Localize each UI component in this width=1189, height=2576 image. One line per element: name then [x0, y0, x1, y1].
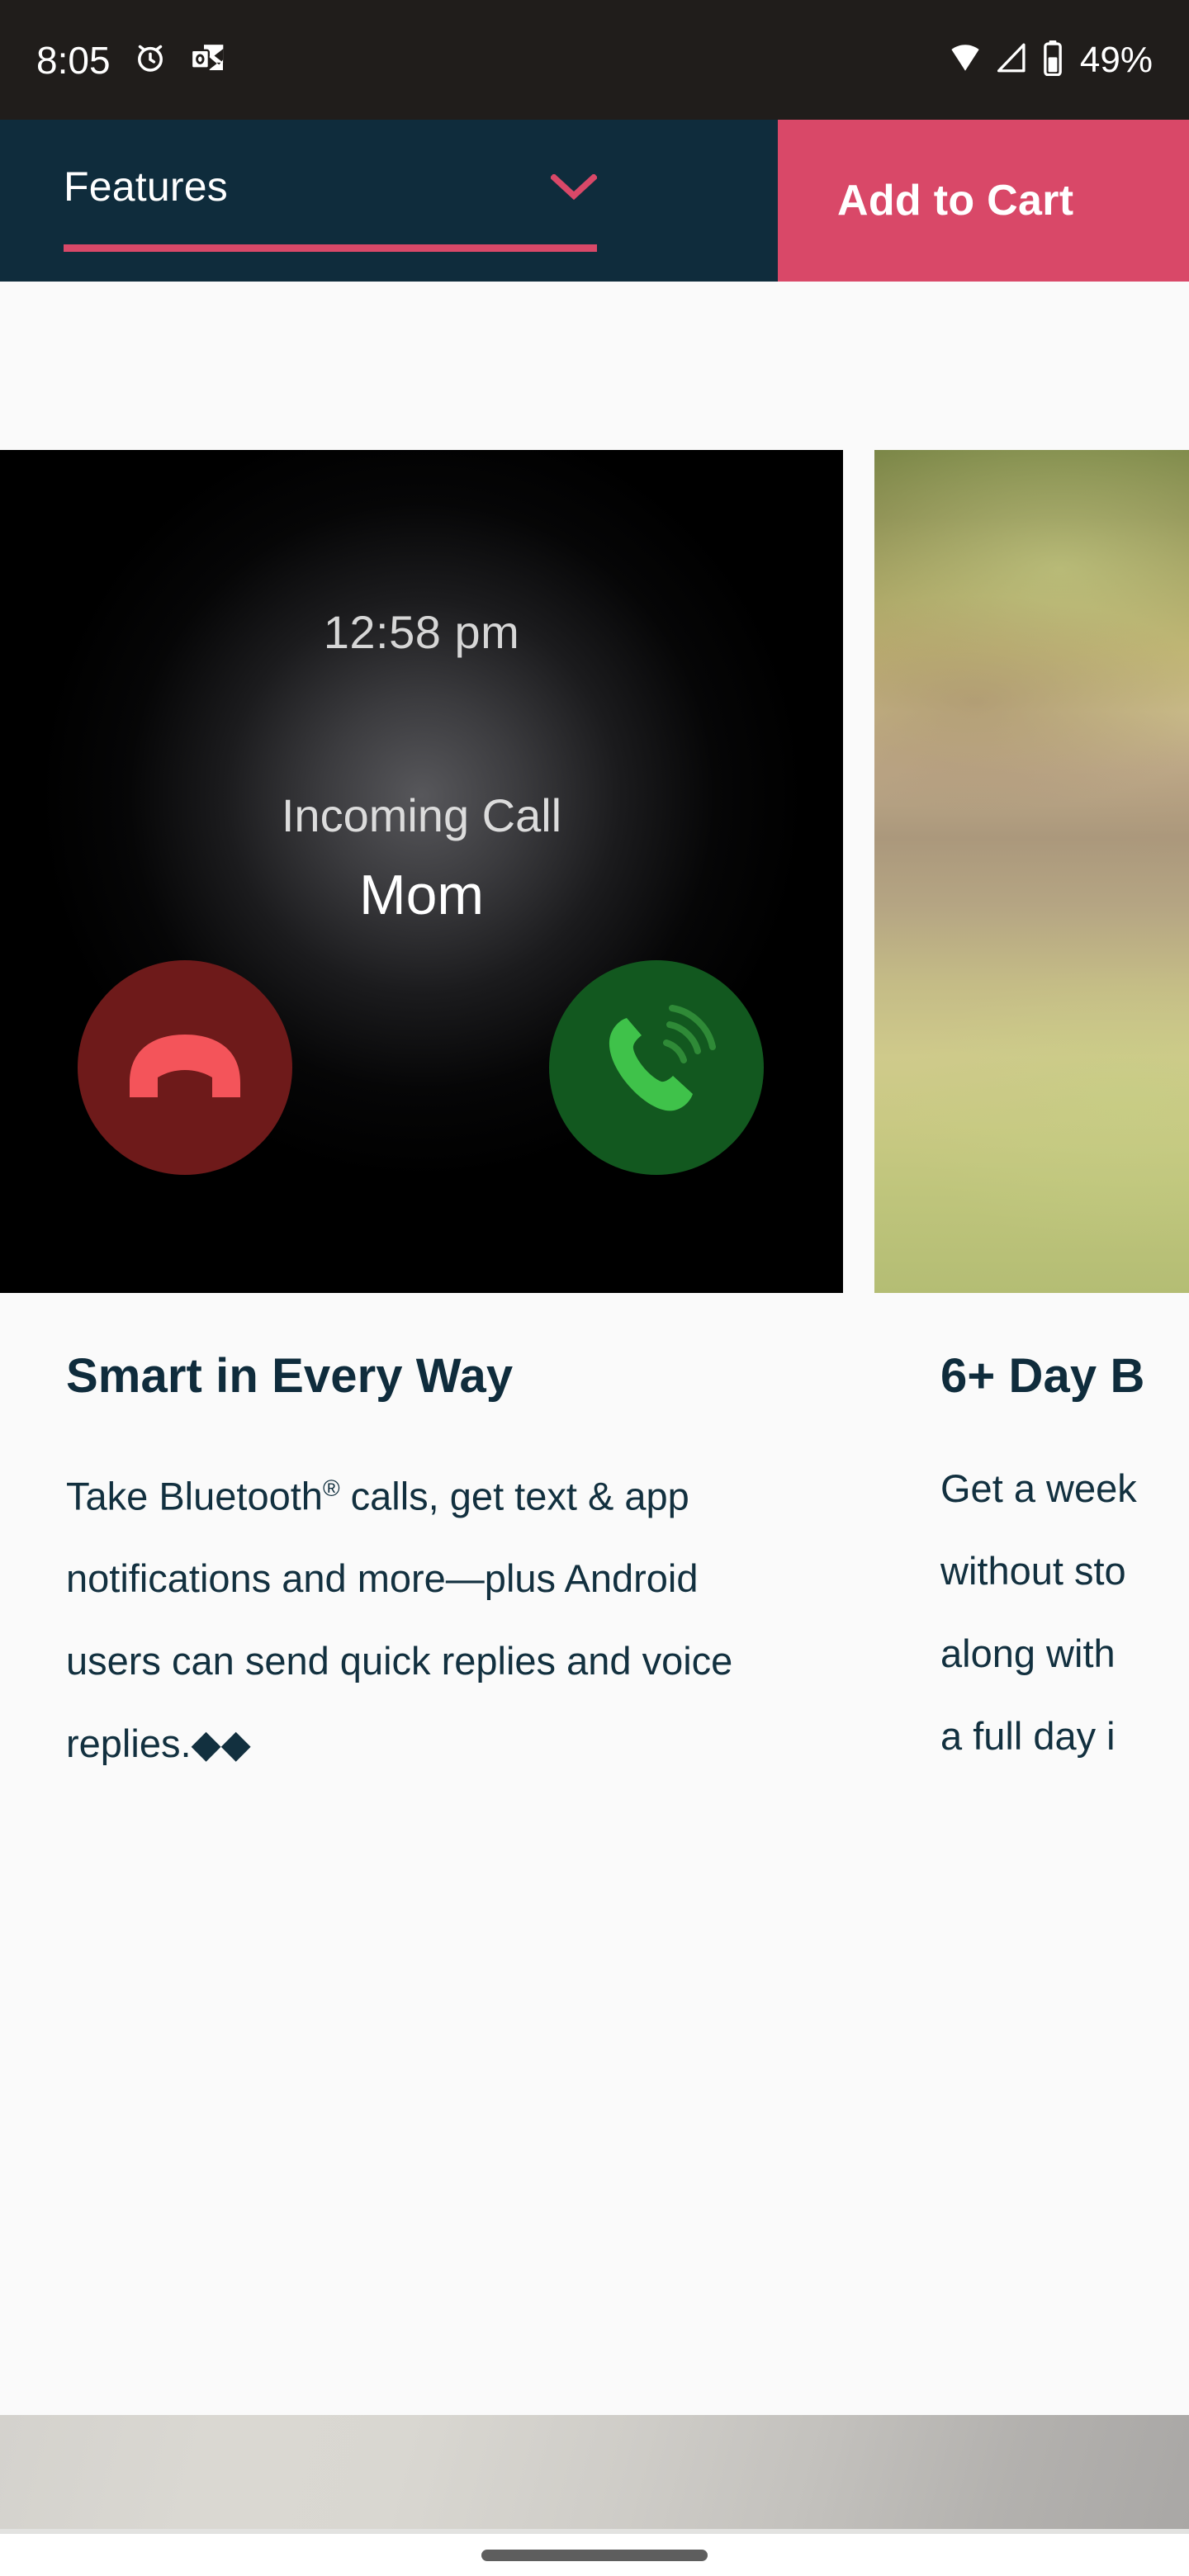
- features-dropdown[interactable]: Features: [0, 120, 778, 282]
- features-label: Features: [64, 163, 228, 210]
- carousel-card[interactable]: 6+ Day B Get a week without sto along wi…: [874, 450, 1189, 1778]
- watch-call-actions: [0, 960, 843, 1175]
- status-bar: 8:05 49%: [0, 0, 1189, 120]
- status-time: 8:05: [36, 38, 111, 82]
- chevron-down-icon[interactable]: [549, 173, 599, 201]
- cellular-signal-icon: [994, 40, 1029, 79]
- phone-answer-icon: [590, 1000, 722, 1136]
- next-section-image-band: [0, 2415, 1189, 2531]
- card-media-outdoor-photo: [874, 450, 1189, 1293]
- battery-percent-label: 49%: [1079, 39, 1153, 80]
- watch-call-status: Incoming Call: [281, 789, 562, 841]
- features-dropdown-row[interactable]: Features: [64, 163, 599, 242]
- outdoor-blur-overlay: [874, 450, 1189, 1293]
- add-to-cart-button[interactable]: Add to Cart: [778, 120, 1189, 282]
- feature-carousel[interactable]: 12:58 pm Incoming Call Mom Smart in Ever…: [0, 282, 1189, 2415]
- footnote-diamond-marks: ◆◆: [191, 1721, 251, 1766]
- card-description: Get a week without sto along with a full…: [940, 1466, 1137, 1758]
- outlook-notification-icon: [190, 41, 226, 78]
- card-media-watch-face: 12:58 pm Incoming Call Mom: [0, 450, 843, 1293]
- accept-call-button[interactable]: [549, 960, 764, 1175]
- card-description: Take Bluetooth® calls, get text & app no…: [66, 1447, 777, 1786]
- phone-decline-icon: [123, 1028, 247, 1108]
- add-to-cart-label: Add to Cart: [837, 177, 1074, 225]
- features-active-underline: [64, 244, 597, 252]
- watch-time: 12:58 pm: [323, 606, 520, 658]
- product-sticky-header: Features Add to Cart: [0, 120, 1189, 282]
- watch-caller-name: Mom: [358, 864, 485, 926]
- status-bar-left: 8:05: [36, 40, 226, 80]
- status-bar-right: 49%: [948, 40, 1153, 80]
- decline-call-button[interactable]: [78, 960, 292, 1175]
- android-navigation-bar: [0, 2534, 1189, 2576]
- registered-trademark-mark: ®: [322, 1475, 340, 1501]
- card-title: Smart in Every Way: [66, 1349, 514, 1403]
- card-body: 6+ Day B Get a week without sto along wi…: [874, 1293, 1189, 1778]
- carousel-track[interactable]: 12:58 pm Incoming Call Mom Smart in Ever…: [0, 450, 1189, 1785]
- home-indicator[interactable]: [481, 2549, 708, 2561]
- carousel-card[interactable]: 12:58 pm Incoming Call Mom Smart in Ever…: [0, 450, 843, 1785]
- wifi-icon: [948, 40, 983, 79]
- alarm-clock-icon: [132, 40, 168, 80]
- battery-icon: [1040, 40, 1065, 80]
- card-description-part-1: Take Bluetooth: [66, 1474, 323, 1518]
- card-title: 6+ Day B: [940, 1349, 1145, 1403]
- app-screen: 8:05 49% Features Add to Cart 12:58 pm I…: [0, 0, 1189, 2576]
- card-body: Smart in Every Way Take Bluetooth® calls…: [0, 1293, 843, 1785]
